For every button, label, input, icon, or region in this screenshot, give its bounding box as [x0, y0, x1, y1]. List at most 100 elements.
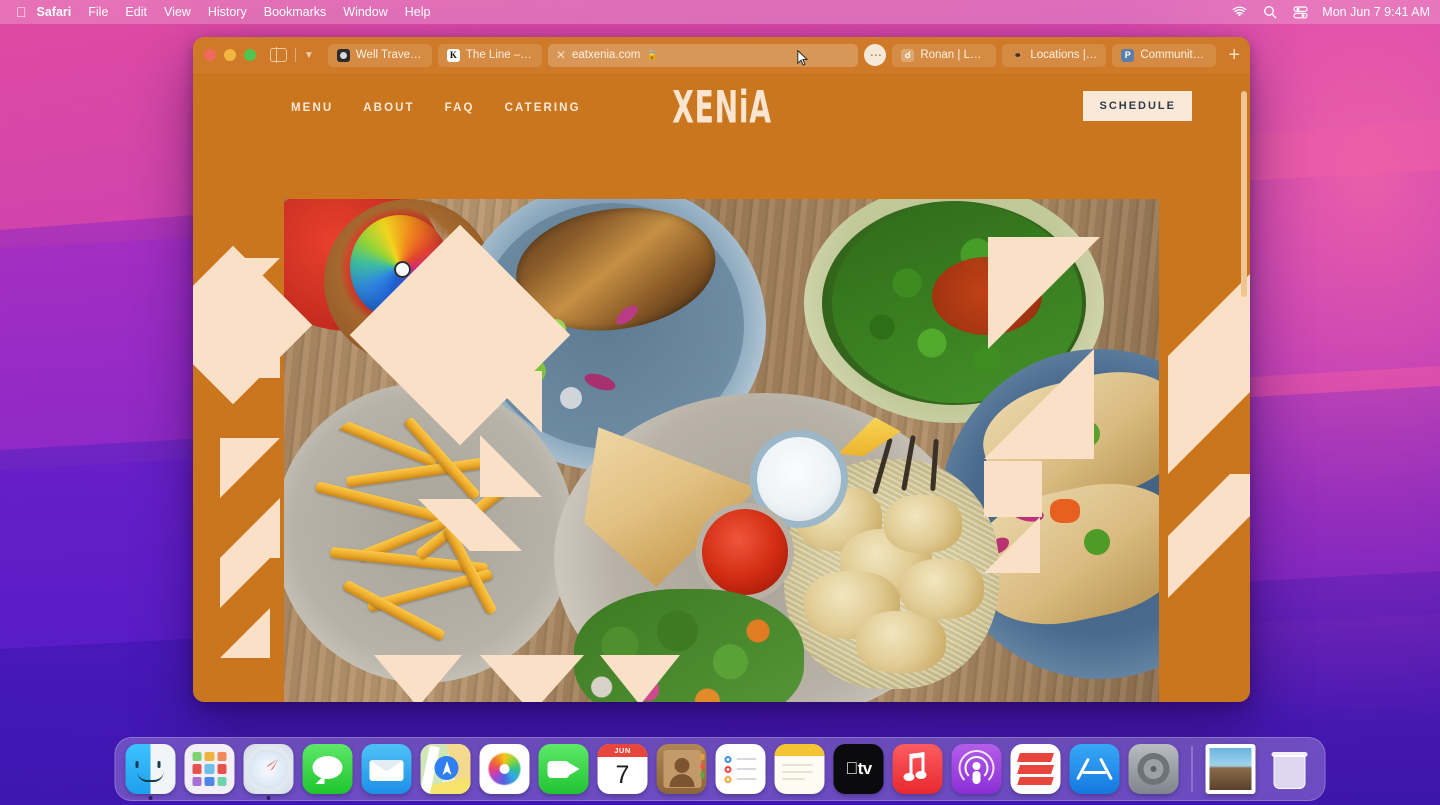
letter-p-favicon-icon: P	[1121, 48, 1135, 62]
nav-link-catering[interactable]: CATERING	[505, 102, 581, 114]
triangle-shape	[984, 517, 1040, 573]
dock-item-facetime[interactable]	[538, 744, 589, 794]
dock-item-system-preferences[interactable]	[1128, 744, 1179, 794]
dock-item-messages[interactable]	[302, 744, 353, 794]
logo-text: XENiA	[671, 81, 772, 133]
triangle-shape	[1168, 474, 1230, 536]
tab-label: Well Traveled | Th…	[355, 49, 423, 61]
tab-well-traveled[interactable]: Well Traveled | Th…	[327, 43, 432, 67]
menu-item-edit[interactable]: Edit	[125, 5, 147, 19]
dock-item-news[interactable]	[1010, 744, 1061, 794]
triangle-shape	[984, 349, 1094, 459]
menu-item-view[interactable]: View	[164, 5, 191, 19]
tab-the-line-kinfolk[interactable]: K The Line – Kinfolk	[437, 43, 542, 67]
nav-link-menu[interactable]: MENU	[291, 102, 333, 114]
tab-label: Locations | Dune	[1030, 49, 1098, 61]
dune-favicon-icon: ⚭	[1014, 49, 1022, 60]
square-shape	[986, 461, 1042, 517]
hero-food-photo	[284, 199, 1159, 702]
dock-divider	[1191, 746, 1193, 792]
sidebar-toggle-icon[interactable]	[270, 47, 287, 63]
triangle-shape	[480, 371, 542, 433]
tab-label: Ronan | Los Ange…	[920, 49, 987, 61]
menu-item-safari[interactable]: Safari	[37, 5, 72, 19]
menu-item-file[interactable]: File	[88, 5, 108, 19]
wifi-icon[interactable]	[1232, 6, 1247, 18]
tab-eatxenia-active[interactable]: ✕ eatxenia.com 🔒	[547, 43, 859, 67]
mouse-cursor	[797, 50, 808, 66]
triangle-shape	[220, 608, 270, 658]
running-indicator-dot	[148, 796, 153, 800]
dark-circle-favicon-icon	[336, 48, 350, 62]
apple-tv-label: tv	[845, 759, 872, 778]
menu-item-history[interactable]: History	[208, 5, 247, 19]
tab-community-platform[interactable]: P Community – Plat…	[1112, 43, 1217, 67]
zoom-window-button[interactable]	[244, 49, 256, 61]
triangle-shape	[220, 558, 270, 608]
macos-menu-bar:  Safari File Edit View History Bookmark…	[0, 0, 1440, 24]
menu-item-help[interactable]: Help	[405, 5, 431, 19]
scrollbar-thumb[interactable]	[1241, 91, 1247, 297]
triangle-shape	[1168, 536, 1230, 598]
calendar-day-label: 7	[615, 761, 630, 789]
ronan-favicon-icon: ☌	[901, 48, 915, 62]
nav-link-faq[interactable]: FAQ	[445, 102, 475, 114]
menu-item-bookmarks[interactable]: Bookmarks	[264, 5, 327, 19]
dock-item-launchpad[interactable]	[184, 744, 235, 794]
tab-ronan-los-angeles[interactable]: ☌ Ronan | Los Ange…	[892, 43, 997, 67]
schedule-button[interactable]: SCHEDULE	[1083, 91, 1192, 121]
dock-item-photo-file[interactable]	[1205, 744, 1256, 794]
dock-item-reminders[interactable]	[715, 744, 766, 794]
triangle-shape	[988, 237, 1100, 349]
menu-item-window[interactable]: Window	[343, 5, 387, 19]
lock-icon: 🔒	[646, 49, 659, 61]
nav-link-about[interactable]: ABOUT	[363, 102, 414, 114]
control-center-icon[interactable]	[1293, 5, 1308, 19]
apple-logo-icon[interactable]: 	[16, 5, 27, 19]
letter-k-favicon-icon: K	[446, 48, 460, 62]
triangle-shape	[374, 655, 462, 702]
triangle-shape	[418, 499, 470, 551]
tab-locations-dune[interactable]: ⚭ Locations | Dune	[1002, 43, 1107, 67]
search-icon[interactable]	[1263, 5, 1277, 19]
tab-label: eatxenia.com	[571, 49, 641, 61]
primary-nav-links: MENU ABOUT FAQ CATERING	[291, 102, 581, 114]
ellipsis-icon[interactable]: ⋯	[864, 44, 887, 66]
dock-item-music[interactable]	[892, 744, 943, 794]
dock-item-photos[interactable]	[479, 744, 530, 794]
dock-item-contacts[interactable]	[656, 744, 707, 794]
close-icon[interactable]: ✕	[556, 49, 566, 61]
dock-item-apple-tv[interactable]: tv	[833, 744, 884, 794]
minimize-window-button[interactable]	[224, 49, 236, 61]
calendar-month-label: JUN	[597, 744, 648, 757]
tab-strip: Well Traveled | Th… K The Line – Kinfolk…	[327, 43, 1240, 67]
dock-item-mail[interactable]	[361, 744, 412, 794]
triangle-shape	[470, 499, 522, 551]
triangle-shape	[480, 435, 542, 497]
macos-dock: JUN 7 t	[114, 737, 1326, 801]
dock-item-trash[interactable]	[1265, 744, 1315, 794]
dock-item-calendar[interactable]: JUN 7	[597, 744, 648, 794]
dock-item-safari[interactable]	[243, 744, 294, 800]
dock-item-maps[interactable]	[420, 744, 471, 794]
close-window-button[interactable]	[204, 49, 216, 61]
chevron-down-icon[interactable]: ▼	[304, 50, 314, 61]
triangle-shape	[220, 498, 280, 558]
menu-bar-clock[interactable]: Mon Jun 7 9:41 AM	[1322, 5, 1430, 19]
plus-icon[interactable]: +	[1228, 45, 1240, 65]
running-indicator-dot	[266, 796, 271, 800]
toolbar-divider	[295, 48, 296, 62]
dock-item-notes[interactable]	[774, 744, 825, 794]
site-navigation: MENU ABOUT FAQ CATERING XENiA SCHEDULE	[193, 73, 1250, 143]
site-logo[interactable]: XENiA	[654, 81, 789, 133]
webpage-viewport: MENU ABOUT FAQ CATERING XENiA SCHEDULE	[193, 73, 1250, 702]
safari-titlebar: ▼ Well Traveled | Th… K The Line – Kinfo…	[193, 37, 1250, 73]
dock-item-podcasts[interactable]	[951, 744, 1002, 794]
page-scrollbar[interactable]	[1237, 73, 1250, 702]
window-traffic-lights	[204, 49, 256, 61]
dock-item-finder[interactable]	[125, 744, 176, 800]
tab-label: The Line – Kinfolk	[465, 49, 533, 61]
dock-item-app-store[interactable]	[1069, 744, 1120, 794]
triangle-shape	[220, 438, 280, 498]
tab-label: Community – Plat…	[1140, 49, 1207, 61]
